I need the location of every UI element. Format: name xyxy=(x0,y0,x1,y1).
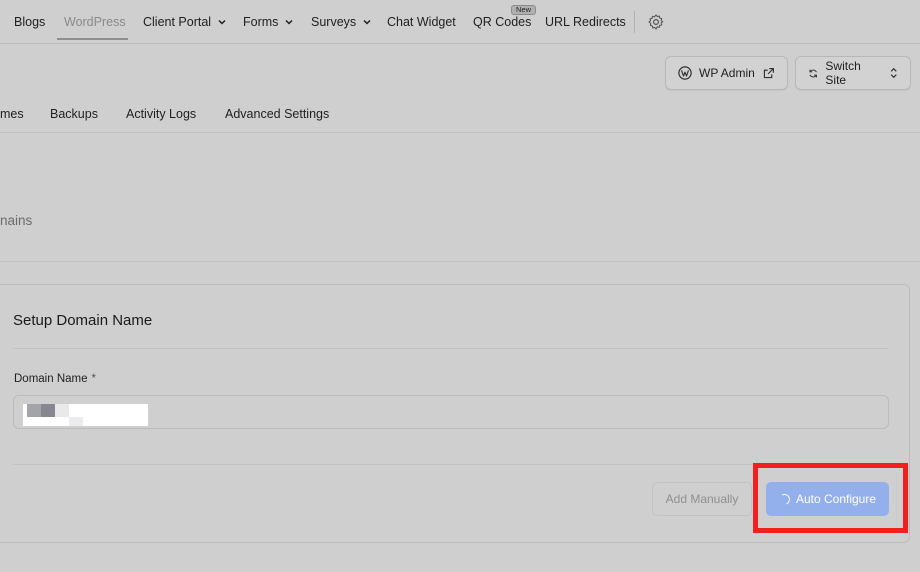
refresh-icon xyxy=(809,69,817,77)
domain-name-label-text: Domain Name xyxy=(14,373,88,385)
redaction-mask xyxy=(55,404,69,417)
nav-item-label: Surveys xyxy=(311,15,357,29)
tab-backups[interactable]: Backups xyxy=(50,100,98,128)
chevron-down-icon xyxy=(218,19,226,25)
nav-item-label: Client Portal xyxy=(143,15,212,29)
card-title: Setup Domain Name xyxy=(13,312,153,329)
wp-admin-label: WP Admin xyxy=(699,66,755,80)
tab-advanced-settings[interactable]: Advanced Settings xyxy=(225,100,329,128)
nav-item-label: Forms xyxy=(243,15,279,29)
nav-item-chat-widget[interactable]: Chat Widget xyxy=(387,0,456,44)
nav-item-url-redirects[interactable]: URL Redirects xyxy=(545,0,626,44)
nav-item-surveys[interactable]: Surveys xyxy=(311,0,372,44)
highlight-box xyxy=(753,463,908,533)
redaction-mask xyxy=(41,404,55,417)
switch-site-button[interactable]: Switch Site xyxy=(795,56,911,90)
chevron-up-down-icon xyxy=(890,67,897,79)
nav-item-client-portal[interactable]: Client Portal xyxy=(143,0,227,44)
chevron-down-icon xyxy=(363,19,371,25)
nav-item-forms[interactable]: Forms xyxy=(243,0,294,44)
add-manually-button[interactable]: Add Manually xyxy=(652,482,752,516)
tab-themes[interactable]: mes xyxy=(0,100,24,128)
tabs-divider xyxy=(0,132,920,133)
nav-item-blogs[interactable]: Blogs xyxy=(14,0,45,44)
external-link-icon xyxy=(763,67,774,78)
chevron-down-icon xyxy=(285,19,293,25)
wordpress-icon xyxy=(678,66,692,80)
section-title: nains xyxy=(0,213,33,228)
domain-name-label: Domain Name * xyxy=(14,373,96,385)
nav-divider xyxy=(634,11,635,33)
wp-admin-button[interactable]: WP Admin xyxy=(665,56,788,90)
active-tab-indicator xyxy=(57,38,128,40)
gear-icon[interactable] xyxy=(647,13,665,31)
top-navigation: Blogs WordPress Client Portal Forms Surv… xyxy=(0,0,920,44)
switch-site-label: Switch Site xyxy=(825,59,861,87)
redaction-mask xyxy=(27,404,41,417)
required-mark: * xyxy=(91,373,96,385)
section-divider xyxy=(0,261,920,262)
tab-activity-logs[interactable]: Activity Logs xyxy=(126,100,196,128)
new-badge: New xyxy=(511,5,536,15)
redaction-mask xyxy=(69,417,83,426)
card-header-divider xyxy=(13,348,889,349)
